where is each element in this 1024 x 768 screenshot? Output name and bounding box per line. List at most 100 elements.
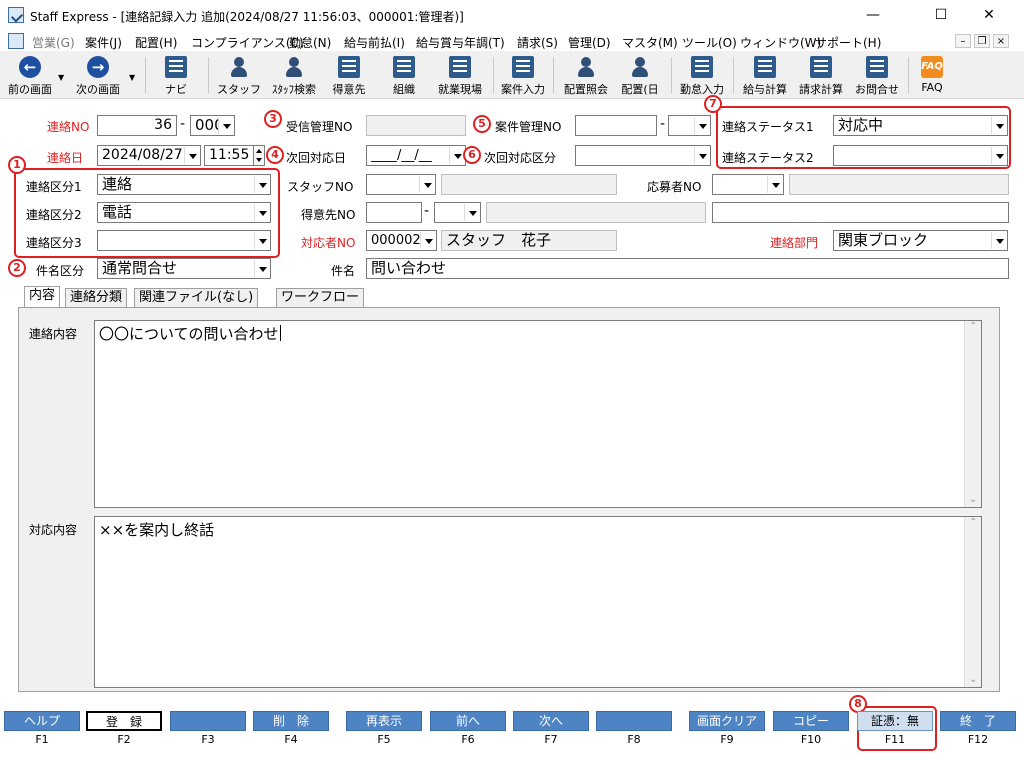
toolbar-project-entry[interactable]: 案件入力 xyxy=(497,53,549,97)
toolbar-placement-daily[interactable]: 配置(日 xyxy=(615,53,665,97)
f9-key-label: F9 xyxy=(720,733,734,746)
toolbar-workplace[interactable]: 就業現場 xyxy=(432,53,488,97)
f11-shohyo-button[interactable]: 証憑：無 xyxy=(857,711,933,731)
tab-related-files[interactable]: 関連ファイル(なし) xyxy=(134,288,259,307)
next-date-picker[interactable]: ____/__/__ xyxy=(366,145,466,166)
kenmei-input[interactable]: 問い合わせ xyxy=(366,258,1009,279)
status2-select[interactable] xyxy=(833,145,1008,166)
next-kubun-select[interactable] xyxy=(575,145,711,166)
toolbar-faq[interactable]: FAQ FAQ xyxy=(912,53,952,97)
prev-dropdown-icon[interactable]: ▼ xyxy=(58,73,64,82)
f6-prev-button[interactable]: 前へ xyxy=(430,711,506,731)
time-spin-icon[interactable] xyxy=(253,145,265,166)
f8-key-label: F8 xyxy=(627,733,641,746)
f4-delete-button[interactable]: 削 除 xyxy=(253,711,329,731)
anken-input[interactable] xyxy=(575,115,657,136)
jushin-input[interactable] xyxy=(366,115,466,136)
status1-select[interactable]: 対応中 xyxy=(833,115,1008,136)
f1-help-button[interactable]: ヘルプ xyxy=(4,711,80,731)
customer-icon xyxy=(338,56,360,78)
taio-textarea[interactable]: ××を案内し終話 xyxy=(94,516,982,688)
customer-no-input[interactable] xyxy=(366,202,422,223)
organization-icon xyxy=(393,56,415,78)
callout-4: 4 xyxy=(266,146,284,164)
toolbar-billing[interactable]: 請求計算 xyxy=(793,53,849,97)
project-entry-icon xyxy=(512,56,534,78)
tab-renraku-bunrui[interactable]: 連絡分類 xyxy=(65,288,128,307)
menu-anken[interactable]: 案件(J) xyxy=(85,34,122,51)
toolbar-customer[interactable]: 得意先 xyxy=(324,53,374,97)
document-icon[interactable] xyxy=(8,33,24,49)
close-button[interactable]: ✕ xyxy=(966,0,1012,31)
department-select[interactable]: 関東ブロック xyxy=(833,230,1008,251)
renraku-no-label: 連絡NO xyxy=(47,120,90,134)
f3-key-label: F3 xyxy=(201,733,215,746)
menu-master[interactable]: マスタ(M) xyxy=(622,34,678,51)
vertical-scrollbar[interactable] xyxy=(964,321,981,507)
keyboard-icon xyxy=(165,56,187,78)
kubun3-select[interactable] xyxy=(97,230,271,251)
kenmei-kubun-label: 件名区分 xyxy=(36,264,85,278)
toolbar-next-screen[interactable]: → 次の画面 xyxy=(70,53,126,97)
renraku-no-input[interactable]: 36 xyxy=(97,115,177,136)
menu-haichi[interactable]: 配置(H) xyxy=(135,34,177,51)
toolbar-staff[interactable]: スタッフ xyxy=(214,53,264,97)
customer-sub-select[interactable] xyxy=(434,202,481,223)
menu-kyuyo-shoyo[interactable]: 給与賞与年調(T) xyxy=(416,34,505,51)
anken-label: 案件管理NO xyxy=(495,120,562,134)
toolbar-placement-inquiry[interactable]: 配置照会 xyxy=(559,53,613,97)
toolbar-inquiry[interactable]: お問合せ xyxy=(849,53,905,97)
toolbar-organization[interactable]: 組織 xyxy=(380,53,428,97)
f4-key-label: F4 xyxy=(284,733,298,746)
kenmei-kubun-select[interactable]: 通常問合せ xyxy=(97,258,271,279)
mdi-restore-button[interactable]: ❐ xyxy=(974,34,990,48)
placement-daily-icon xyxy=(629,56,651,78)
applicant-no-select[interactable] xyxy=(712,174,784,195)
menu-kintai[interactable]: 勤怠(N) xyxy=(289,34,331,51)
kubun2-select[interactable]: 電話 xyxy=(97,202,271,223)
naiyo-textarea[interactable]: 〇〇についての問い合わせ xyxy=(94,320,982,508)
menu-kyuyo-maebarai[interactable]: 給与前払(I) xyxy=(344,34,405,51)
menu-kanri[interactable]: 管理(D) xyxy=(568,34,611,51)
minimize-button[interactable]: — xyxy=(850,0,896,31)
renraku-time-input[interactable]: 11:55 xyxy=(204,145,254,166)
menu-support[interactable]: サポート(H) xyxy=(815,34,881,51)
maximize-button[interactable]: ☐ xyxy=(918,0,964,31)
mdi-minimize-button[interactable]: – xyxy=(955,34,971,48)
menu-tool[interactable]: ツール(O) xyxy=(682,34,737,51)
f3-button[interactable] xyxy=(170,711,246,731)
chevron-down-icon xyxy=(218,117,233,134)
next-dropdown-icon[interactable]: ▼ xyxy=(129,73,135,82)
anken-sub-select[interactable] xyxy=(668,115,711,136)
tab-workflow[interactable]: ワークフロー xyxy=(276,288,365,307)
toolbar-attendance-entry[interactable]: 勤怠入力 xyxy=(675,53,729,97)
vertical-scrollbar[interactable] xyxy=(964,517,981,687)
f5-refresh-button[interactable]: 再表示 xyxy=(346,711,422,731)
f10-copy-button[interactable]: コピー xyxy=(773,711,849,731)
toolbar-prev-screen[interactable]: ← 前の画面 xyxy=(2,53,58,97)
menu-compliance[interactable]: コンプライアンス(C) xyxy=(191,34,304,51)
renraku-date-picker[interactable]: 2024/08/27 xyxy=(97,145,201,166)
chevron-down-icon xyxy=(694,117,709,134)
f2-register-button[interactable]: 登 録 xyxy=(86,711,162,731)
f9-clear-button[interactable]: 画面クリア xyxy=(689,711,765,731)
toolbar-navi[interactable]: ナビ xyxy=(152,53,200,97)
menu-eigyo[interactable]: 営業(G) xyxy=(32,34,75,51)
handler-no-select[interactable]: 000002 xyxy=(366,230,437,251)
applicant-no-label: 応募者NO xyxy=(647,180,702,194)
toolbar-payroll[interactable]: 給与計算 xyxy=(737,53,793,97)
toolbar-staff-search[interactable]: ｽﾀｯﾌ検索 xyxy=(264,53,324,97)
kubun1-select[interactable]: 連絡 xyxy=(97,174,271,195)
renraku-no-sub-select[interactable]: 000 xyxy=(190,115,235,136)
staff-no-select[interactable] xyxy=(366,174,436,195)
f12-exit-button[interactable]: 終 了 xyxy=(940,711,1016,731)
tab-naiyo[interactable]: 内容 xyxy=(24,286,61,308)
customer-extra-input[interactable] xyxy=(712,202,1009,223)
f8-button[interactable] xyxy=(596,711,672,731)
menu-seikyu[interactable]: 請求(S) xyxy=(517,34,558,51)
mdi-close-button[interactable]: × xyxy=(993,34,1009,48)
next-kubun-label: 次回対応区分 xyxy=(484,151,557,165)
workplace-icon xyxy=(449,56,471,78)
f7-next-button[interactable]: 次へ xyxy=(513,711,589,731)
menu-window[interactable]: ウィンドウ(W) xyxy=(740,34,821,51)
